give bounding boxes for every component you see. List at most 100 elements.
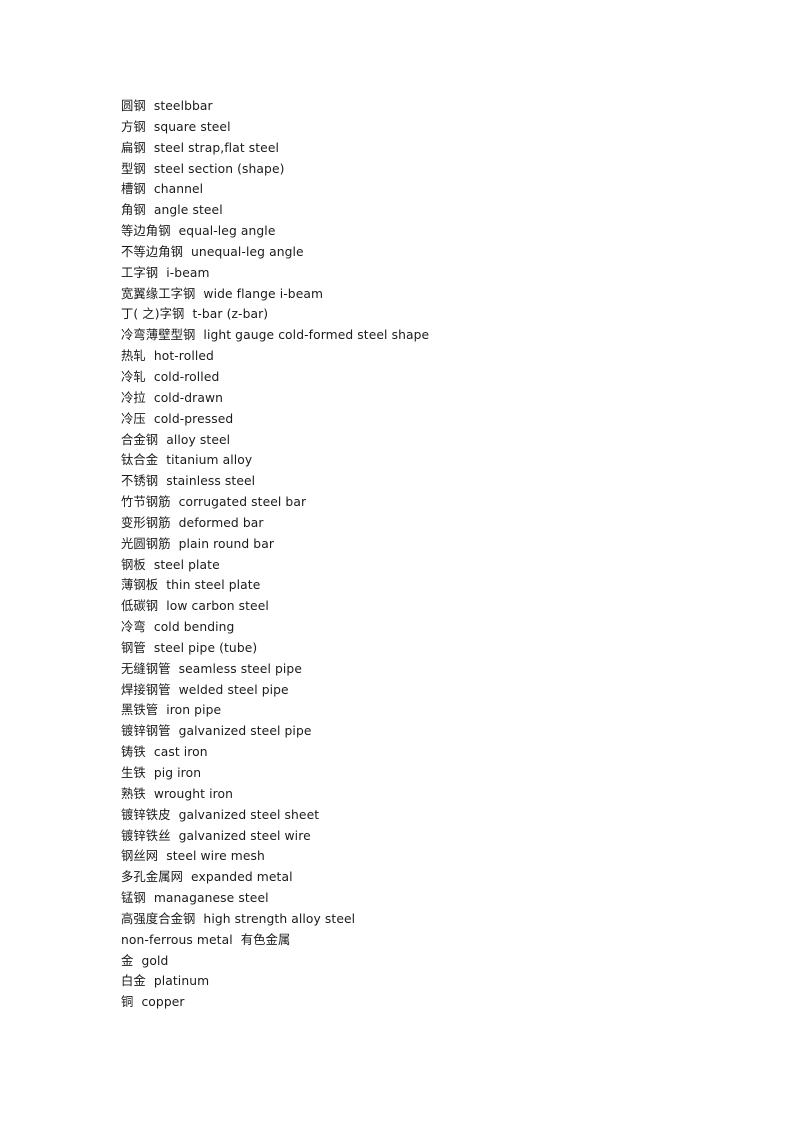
glossary-gloss: managanese steel [153,891,269,906]
glossary-gloss: steel wire mesh [166,849,265,864]
glossary-gloss: corrugated steel bar [178,495,307,510]
glossary-entry: 不锈钢 stainless steel [121,471,721,492]
glossary-entry: 工字钢 i-beam [121,263,721,284]
glossary-entry: 方钢 square steel [121,117,721,138]
glossary-gloss: alloy steel [166,432,231,447]
glossary-entry: 薄钢板 thin steel plate [121,575,721,596]
glossary-gloss: deformed bar [178,515,264,530]
glossary-entry: 镀锌钢管 galvanized steel pipe [121,721,721,742]
glossary-entry: 等边角钢 equal-leg angle [121,221,721,242]
glossary-term: 合金钢 [121,432,159,447]
glossary-gloss: platinum [153,974,210,989]
glossary-entry: 圆钢 steelbbar [121,96,721,117]
glossary-term: 锰钢 [121,891,146,906]
glossary-gloss: copper [141,995,185,1010]
glossary-term: 冷拉 [121,390,146,405]
glossary-entry: 槽钢 channel [121,179,721,200]
glossary-entry: 铸铁 cast iron [121,742,721,763]
glossary-gloss: expanded metal [191,870,293,885]
glossary-entry: 不等边角钢 unequal-leg angle [121,242,721,263]
glossary-entry: 高强度合金钢 high strength alloy steel [121,909,721,930]
glossary-term: 宽翼缘工字钢 [121,286,196,301]
glossary-term: 槽钢 [121,182,146,197]
glossary-entry: 低碳钢 low carbon steel [121,596,721,617]
glossary-gloss: unequal-leg angle [191,244,304,259]
glossary-gloss: equal-leg angle [178,224,276,239]
glossary-term: 钛合金 [121,453,159,468]
glossary-term: 生铁 [121,766,146,780]
glossary-entry: 镀锌铁丝 galvanized steel wire [121,826,721,847]
glossary-entry: 冷弯薄壁型钢 light gauge cold-formed steel sha… [121,325,721,346]
glossary-entry: 热轧 hot-rolled [121,346,721,367]
glossary-list: 圆钢 steelbbar 方钢 square steel 扁钢 steel stra… [121,96,721,1013]
glossary-term: 扁钢 [121,140,146,155]
glossary-gloss: plain round bar [178,536,275,551]
glossary-entry: 熟铁 wrought iron [121,784,721,805]
glossary-gloss: t-bar (z-bar) [192,307,269,322]
glossary-entry: 金 gold [121,951,721,972]
glossary-term: 镀锌钢管 [121,724,171,739]
glossary-gloss: iron pipe [166,703,222,718]
glossary-term: 不等边角钢 [121,244,183,259]
glossary-entry: 扁钢 steel strap,flat steel [121,138,721,159]
glossary-gloss: i-beam [166,265,210,280]
glossary-gloss: cast iron [153,745,208,760]
glossary-gloss: cold bending [153,620,235,635]
glossary-term: 冷轧 [121,369,146,384]
glossary-entry: 变形钢筋 deformed bar [121,513,721,534]
glossary-gloss: angle steel [153,203,223,218]
glossary-entry: 钛合金 titanium alloy [121,450,721,471]
glossary-gloss: channel [153,182,204,197]
document-page: 圆钢 steelbbar 方钢 square steel 扁钢 steel stra… [0,0,794,1123]
glossary-entry: 钢板 steel plate [121,555,721,576]
glossary-entry: 无缝钢管 seamless steel pipe [121,659,721,680]
glossary-gloss: steel pipe (tube) [153,640,258,655]
glossary-entry: 锰钢 managanese steel [121,888,721,909]
glossary-gloss: steel plate [153,557,220,572]
glossary-gloss: galvanized steel sheet [178,807,320,822]
glossary-gloss: galvanized steel wire [178,828,311,843]
glossary-entry: 冷压 cold-pressed [121,409,721,430]
glossary-entry: 多孔金属网 expanded metal [121,867,721,888]
glossary-term: 铸铁 [121,745,146,760]
glossary-term: 方钢 [121,119,146,134]
glossary-entry: 合金钢 alloy steel [121,430,721,451]
glossary-gloss: gold [141,953,169,968]
glossary-term: 丁( 之)字钢 [121,307,185,322]
glossary-term: 焊接钢管 [121,682,171,697]
glossary-term: 低碳钢 [121,599,159,614]
glossary-term: 冷压 [121,411,146,426]
glossary-entry: 冷拉 cold-drawn [121,388,721,409]
glossary-term: 角钢 [121,203,146,218]
glossary-term: 铜 [121,995,134,1010]
glossary-gloss: stainless steel [166,474,256,489]
glossary-entry: 宽翼缘工字钢 wide flange i-beam [121,284,721,305]
glossary-term: 薄钢板 [121,578,159,593]
glossary-gloss: hot-rolled [153,349,214,364]
glossary-entry: 生铁 pig iron [121,763,721,784]
glossary-gloss: steel strap,flat steel [153,140,280,155]
glossary-term: 多孔金属网 [121,870,183,885]
glossary-term: 冷弯 [121,620,146,635]
glossary-term: 镀锌铁丝 [121,828,171,843]
glossary-gloss: wide flange i-beam [203,286,324,301]
glossary-entry: 焊接钢管 welded steel pipe [121,680,721,701]
glossary-gloss: high strength alloy steel [203,911,356,926]
glossary-entry: 镀锌铁皮 galvanized steel sheet [121,805,721,826]
glossary-gloss: galvanized steel pipe [178,724,312,739]
glossary-gloss: square steel [153,119,231,134]
glossary-entry: 白金 platinum [121,971,721,992]
glossary-gloss: welded steel pipe [178,682,289,697]
glossary-term: 金 [121,953,134,968]
glossary-term: 竹节钢筋 [121,495,171,510]
glossary-entry: 铜 copper [121,992,721,1013]
glossary-gloss: steelbbar [153,99,213,113]
glossary-gloss: light gauge cold-formed steel shape [203,328,430,343]
glossary-term: 黑铁管 [121,703,159,718]
glossary-entry: non-ferrous metal 有色金属 [121,930,721,951]
glossary-entry: 冷轧 cold-rolled [121,367,721,388]
glossary-entry: 角钢 angle steel [121,200,721,221]
glossary-term: 熟铁 [121,786,146,801]
glossary-term: 热轧 [121,349,146,364]
glossary-term: 高强度合金钢 [121,911,196,926]
